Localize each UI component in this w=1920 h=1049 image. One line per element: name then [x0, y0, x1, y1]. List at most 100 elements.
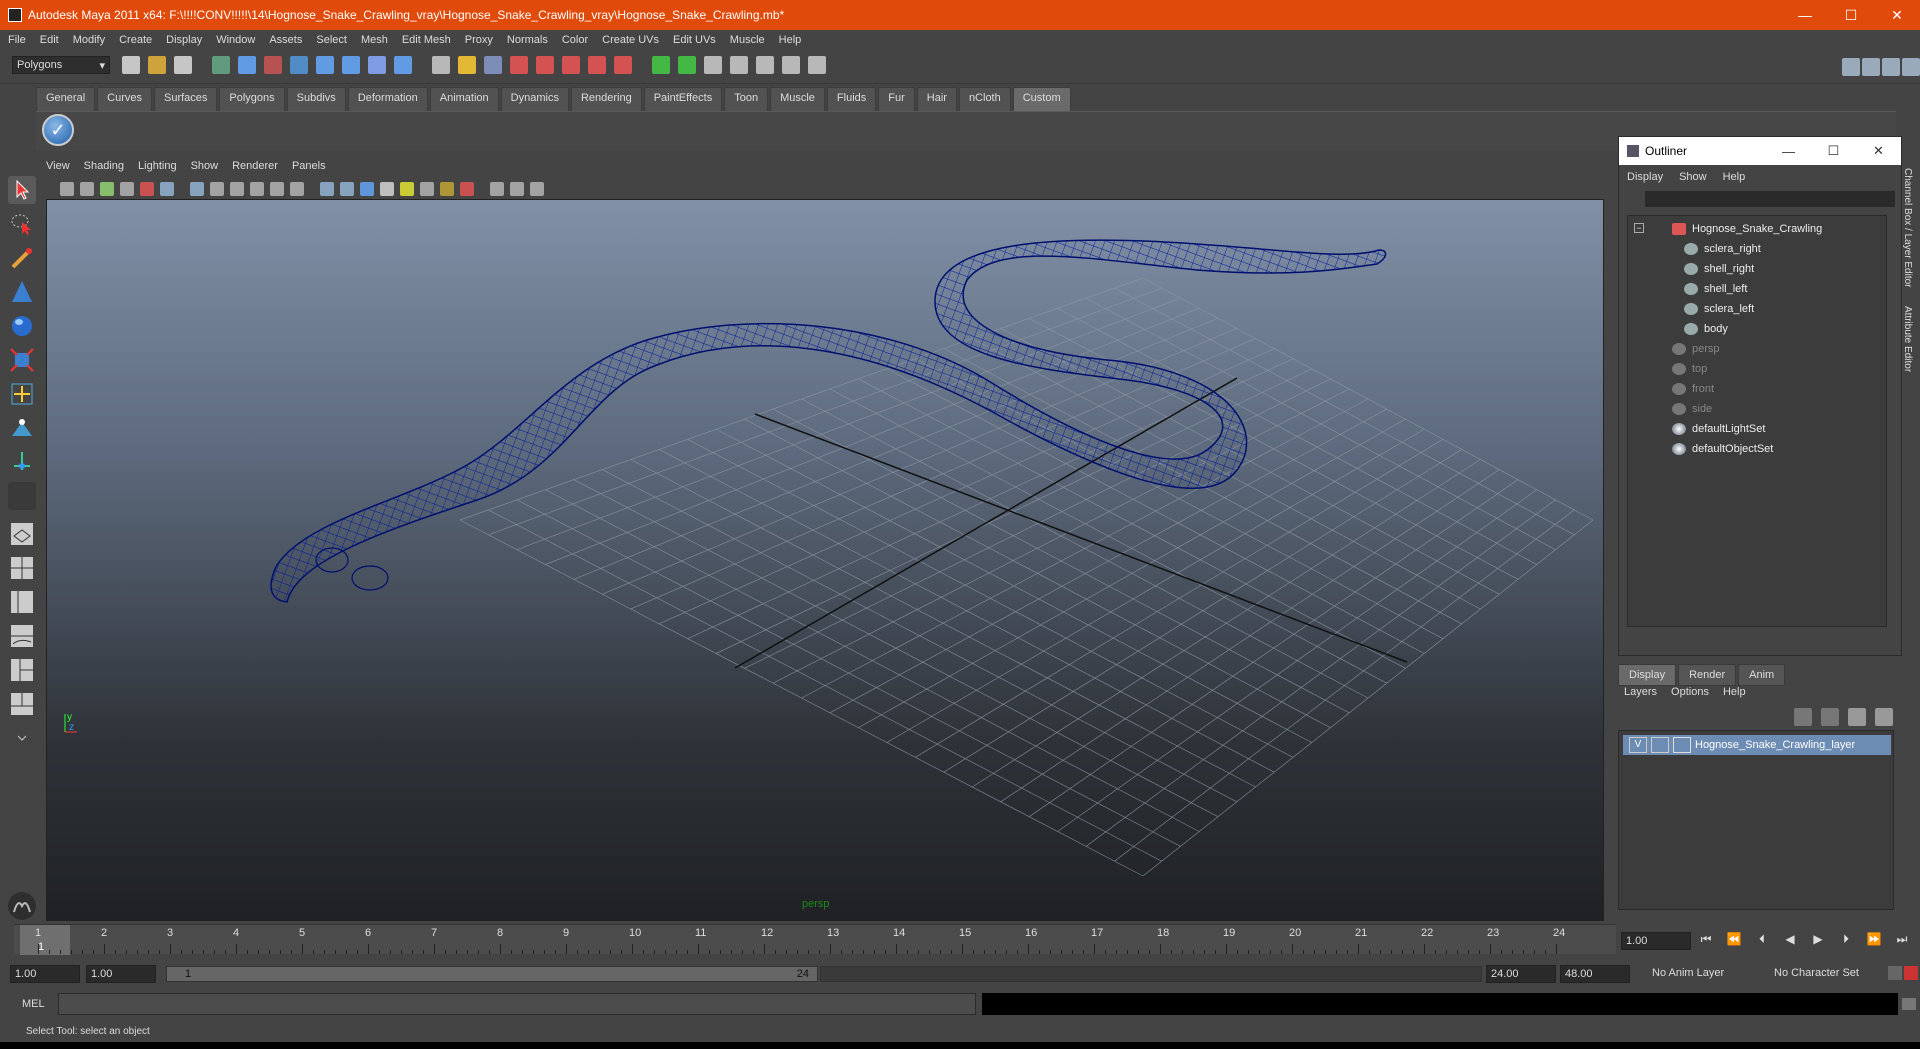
layer-tab-anim[interactable]: Anim: [1738, 664, 1786, 686]
status-line-icon[interactable]: [264, 56, 282, 74]
outliner-item-body[interactable]: body: [1684, 320, 1728, 338]
outliner-menu-show[interactable]: Show: [1679, 171, 1707, 183]
menu-create[interactable]: Create: [119, 34, 152, 46]
outliner-item-sclera-left[interactable]: sclera_left: [1684, 300, 1754, 318]
snake-wireframe-mesh[interactable]: [270, 239, 1387, 603]
shelf-tab-hair[interactable]: Hair: [916, 87, 957, 111]
close-button[interactable]: ✕: [1874, 0, 1920, 30]
outliner-item-persp[interactable]: persp: [1672, 340, 1720, 358]
shelf-tab-polygons[interactable]: Polygons: [219, 87, 285, 111]
playback-start-field[interactable]: 1.00: [86, 965, 156, 983]
viewport-menu-show[interactable]: Show: [191, 160, 219, 178]
layer-tab-render[interactable]: Render: [1678, 664, 1737, 686]
outliner-item-front[interactable]: front: [1672, 380, 1714, 398]
status-line-icon[interactable]: [808, 56, 826, 74]
paint-select-tool-icon[interactable]: [8, 244, 36, 272]
menu-assets[interactable]: Assets: [269, 34, 302, 46]
custom-shelf-check-icon[interactable]: ✓: [42, 114, 74, 146]
status-line-icon[interactable]: [290, 56, 308, 74]
command-input[interactable]: [58, 993, 976, 1015]
playback-button-6[interactable]: ⏩: [1860, 932, 1888, 952]
viewport-toolbar-icon[interactable]: [510, 182, 524, 196]
anim-layer-selector[interactable]: No Anim Layer: [1648, 965, 1750, 983]
playback-button-7[interactable]: ⏭: [1888, 932, 1916, 952]
status-line-icon[interactable]: [394, 56, 412, 74]
script-editor-icon[interactable]: [1902, 998, 1916, 1010]
outliner-filter-input[interactable]: [1645, 191, 1895, 207]
viewport-toolbar-icon[interactable]: [440, 182, 454, 196]
rotate-tool-icon[interactable]: [8, 312, 36, 340]
side-tab-attribute-editor[interactable]: Attribute Editor: [1902, 306, 1913, 372]
status-line-icon[interactable]: [174, 56, 192, 74]
viewport-toolbar-icon[interactable]: [290, 182, 304, 196]
menu-display[interactable]: Display: [166, 34, 202, 46]
layer-menu-layers[interactable]: Layers: [1624, 686, 1657, 698]
menu-edit-mesh[interactable]: Edit Mesh: [402, 34, 451, 46]
viewport-toolbar-icon[interactable]: [60, 182, 74, 196]
outliner-item-defaultobjectset[interactable]: defaultObjectSet: [1672, 440, 1773, 458]
outliner-item-defaultlightset[interactable]: defaultLightSet: [1672, 420, 1765, 438]
shelf-tab-muscle[interactable]: Muscle: [770, 87, 825, 111]
viewport-toolbar-icon[interactable]: [80, 182, 94, 196]
status-line-icon[interactable]: [704, 56, 722, 74]
shelf-tab-animation[interactable]: Animation: [429, 87, 499, 111]
shelf-tab-rendering[interactable]: Rendering: [570, 87, 642, 111]
shelf-tab-curves[interactable]: Curves: [97, 87, 152, 111]
menu-muscle[interactable]: Muscle: [730, 34, 765, 46]
shelf-tab-fluids[interactable]: Fluids: [826, 87, 877, 111]
new-layer-icon[interactable]: [1794, 708, 1812, 726]
viewport-menu-panels[interactable]: Panels: [292, 160, 326, 178]
outliner-item-shell-right[interactable]: shell_right: [1684, 260, 1754, 278]
shelf-tab-custom[interactable]: Custom: [1012, 87, 1071, 111]
move-tool-icon[interactable]: [8, 278, 36, 306]
viewport-menu-lighting[interactable]: Lighting: [138, 160, 177, 178]
shelf-tab-fur[interactable]: Fur: [878, 87, 915, 111]
panel-layout-icon[interactable]: [1842, 58, 1860, 76]
layer-menu-options[interactable]: Options: [1671, 686, 1709, 698]
manipulator-tool-icon[interactable]: [8, 380, 36, 408]
viewport-toolbar-icon[interactable]: [100, 182, 114, 196]
playback-end-field[interactable]: 24.00: [1486, 965, 1556, 983]
status-line-icon[interactable]: [122, 56, 140, 74]
menu-mesh[interactable]: Mesh: [361, 34, 388, 46]
outliner-item-shell-left[interactable]: shell_left: [1684, 280, 1747, 298]
soft-mod-tool-icon[interactable]: [8, 414, 36, 442]
viewport-toolbar-icon[interactable]: [270, 182, 284, 196]
menu-help[interactable]: Help: [779, 34, 802, 46]
character-key-icon[interactable]: [1888, 966, 1902, 980]
animation-start-field[interactable]: 1.00: [10, 965, 80, 983]
menu-edit[interactable]: Edit: [40, 34, 59, 46]
viewport-toolbar-icon[interactable]: [400, 182, 414, 196]
viewport-toolbar-icon[interactable]: [320, 182, 334, 196]
status-line-icon[interactable]: [458, 56, 476, 74]
status-line-icon[interactable]: [782, 56, 800, 74]
layer-playback-toggle[interactable]: [1651, 737, 1669, 753]
menu-edit-uvs[interactable]: Edit UVs: [673, 34, 716, 46]
outliner-minimize-button[interactable]: —: [1766, 137, 1811, 165]
shelf-tab-dynamics[interactable]: Dynamics: [500, 87, 569, 111]
layout-expand-icon[interactable]: [8, 724, 36, 752]
new-empty-layer-icon[interactable]: [1875, 708, 1894, 726]
playback-button-1[interactable]: ⏪: [1720, 932, 1748, 952]
auto-key-icon[interactable]: [1904, 966, 1918, 980]
status-line-icon[interactable]: [316, 56, 334, 74]
menu-normals[interactable]: Normals: [507, 34, 548, 46]
single-perspective-layout-icon[interactable]: [8, 520, 36, 548]
playback-button-5[interactable]: ⏵: [1832, 932, 1860, 952]
status-line-icon[interactable]: [484, 56, 502, 74]
menu-select[interactable]: Select: [316, 34, 347, 46]
status-line-icon[interactable]: [614, 56, 632, 74]
four-view-layout-icon[interactable]: [8, 554, 36, 582]
shelf-tab-subdivs[interactable]: Subdivs: [286, 87, 346, 111]
layer-tab-display[interactable]: Display: [1618, 664, 1677, 686]
range-slider[interactable]: 1 24: [166, 966, 818, 982]
status-line-icon[interactable]: [730, 56, 748, 74]
status-line-icon[interactable]: [432, 56, 450, 74]
menu-proxy[interactable]: Proxy: [465, 34, 493, 46]
tool-settings-icon[interactable]: [1902, 58, 1920, 76]
menu-set-selector[interactable]: Polygons ▾: [12, 56, 110, 74]
attribute-editor-icon[interactable]: [1882, 58, 1900, 76]
status-line-icon[interactable]: [652, 56, 670, 74]
status-line-icon[interactable]: [212, 56, 230, 74]
viewport-toolbar-icon[interactable]: [530, 182, 544, 196]
